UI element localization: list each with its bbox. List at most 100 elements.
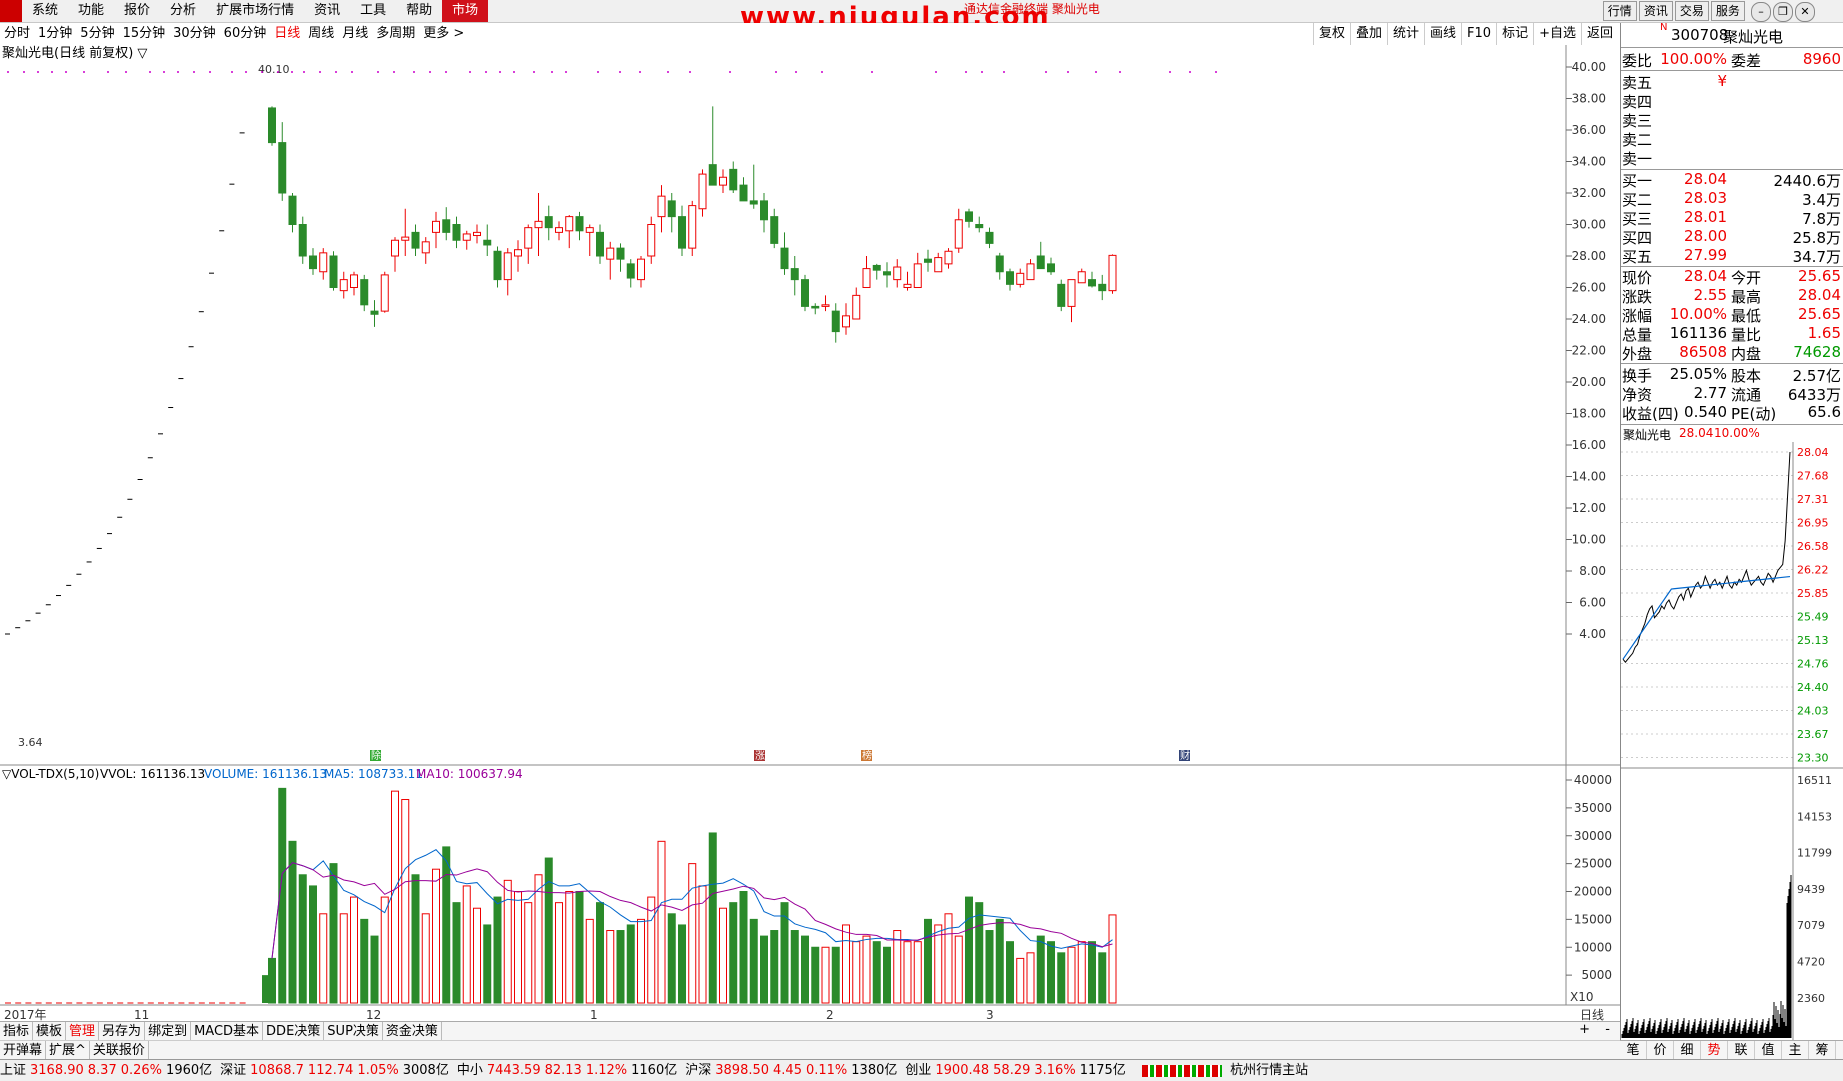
zoom-in-button[interactable]: + [1579, 1022, 1590, 1037]
tab-fund[interactable]: 资金决策 [383, 1022, 442, 1041]
tab-save-as[interactable]: 另存为 [99, 1022, 146, 1041]
quote-row: 净资 2.77 流通 6433万 [1621, 384, 1843, 404]
menu-item-quote[interactable]: 报价 [114, 0, 160, 22]
marker-bang-label: 榜 [862, 749, 872, 762]
tab-xi[interactable]: 细 [1674, 1041, 1701, 1060]
menu-item-function[interactable]: 功能 [68, 0, 114, 22]
tab-bi[interactable]: 笔 [1620, 1041, 1647, 1060]
event-dot [639, 71, 641, 73]
index-item[interactable]: 深证 10868.7 112.74 1.05% 3008亿 [220, 1063, 453, 1078]
period-intraday[interactable]: 分时 [0, 23, 34, 45]
quote-button[interactable]: 行情 [1602, 1, 1637, 21]
index-item[interactable]: 上证 3168.90 8.37 0.26% 1960亿 [0, 1063, 216, 1078]
candle-body [534, 220, 543, 229]
menu-item-news[interactable]: 资讯 [304, 0, 350, 22]
tab-indicator[interactable]: 指标 [0, 1022, 34, 1041]
candle-body [708, 164, 717, 186]
row-label: 卖一 [1622, 150, 1653, 168]
period-60min[interactable]: 60分钟 [220, 23, 271, 45]
tab-bind[interactable]: 绑定到 [145, 1022, 192, 1041]
menu-item-system[interactable]: 系统 [22, 0, 68, 22]
draw-button[interactable]: 画线 [1424, 23, 1461, 45]
vol-bar [298, 874, 307, 1004]
menu-item-market[interactable]: 市场 [442, 0, 489, 22]
index-item[interactable]: 中小 7443.59 82.13 1.12% 1160亿 [457, 1063, 681, 1078]
f10-button[interactable]: F10 [1461, 23, 1496, 45]
overlay-button[interactable]: 叠加 [1349, 23, 1387, 45]
tab-zhu[interactable]: 主 [1782, 1041, 1809, 1060]
event-dot [351, 71, 353, 73]
restore-icon[interactable]: ❐ [1773, 2, 1793, 22]
period-1min[interactable]: 1分钟 [34, 23, 76, 45]
x10-label[interactable]: X10 [1570, 990, 1594, 1004]
index-item[interactable]: 沪深 3898.50 4.45 0.11% 1380亿 [685, 1063, 901, 1078]
tab-manage[interactable]: 管理 [66, 1022, 100, 1041]
vol-indicator-name[interactable]: ▽VOL-TDX(5,10) [2, 767, 99, 781]
menu-item-tools[interactable]: 工具 [350, 0, 396, 22]
minimize-icon[interactable]: – [1751, 2, 1771, 22]
candle-body [1036, 255, 1045, 270]
period-daily[interactable]: 日线 [270, 23, 304, 45]
price-tick-label: 38.00 [1572, 92, 1606, 106]
service-button[interactable]: 服务 [1710, 1, 1745, 21]
row-label: 换手 [1622, 367, 1653, 385]
tab-lian[interactable]: 联 [1728, 1041, 1755, 1060]
danmaku-button[interactable]: 开弹幕 [0, 1041, 47, 1060]
back-button[interactable]: 返回 [1580, 23, 1618, 45]
event-dot [775, 71, 777, 73]
zoom-out-button[interactable]: - [1605, 1022, 1610, 1037]
mini-avg-line [1622, 575, 1791, 660]
period-more[interactable]: 更多 > [419, 23, 468, 45]
period-weekly[interactable]: 周线 [304, 23, 338, 45]
stats-button[interactable]: 统计 [1387, 23, 1424, 45]
index-item[interactable]: 创业 1900.48 58.29 3.16% 1175亿 [905, 1063, 1129, 1078]
row-value-2: 25.8万 [1792, 229, 1841, 247]
candle-body [462, 233, 471, 241]
vol-bar [514, 891, 522, 1004]
tab-chou[interactable]: 筹 [1809, 1041, 1836, 1060]
index-name: 创业 [905, 1063, 932, 1078]
marker-cai-label: 财 [1180, 749, 1190, 762]
row-value: 28.00 [1684, 227, 1727, 245]
candle-body [821, 304, 830, 307]
period-5min[interactable]: 5分钟 [76, 23, 118, 45]
adjust-button[interactable]: 复权 [1312, 23, 1350, 45]
tab-sup[interactable]: SUP决策 [324, 1022, 383, 1041]
menu-item-help[interactable]: 帮助 [396, 0, 442, 22]
vol-bar [965, 896, 973, 1004]
period-monthly[interactable]: 月线 [338, 23, 372, 45]
menu-items: 系统 功能 报价 分析 扩展市场行情 资讯 工具 帮助 市场 [22, 0, 489, 22]
vol-bar [596, 902, 604, 1004]
kline-chart[interactable]: 聚灿光电(日线 前复权) ▽ 40.10 3.64 40.0038.0036.0… [0, 45, 1620, 1021]
mini-tick-label: 24.76 [1797, 658, 1829, 671]
news-button[interactable]: 资讯 [1638, 1, 1673, 21]
period-30min[interactable]: 30分钟 [169, 23, 220, 45]
close-icon[interactable]: ✕ [1795, 2, 1815, 22]
menu-item-analysis[interactable]: 分析 [160, 0, 206, 22]
event-dot [7, 71, 9, 73]
menu-item-extended-market[interactable]: 扩展市场行情 [206, 0, 304, 22]
trade-button[interactable]: 交易 [1674, 1, 1709, 21]
row-value: 28.03 [1684, 189, 1727, 207]
tab-shi[interactable]: 势 [1701, 1041, 1728, 1060]
extend-button[interactable]: 扩展^ [46, 1041, 90, 1060]
period-multi[interactable]: 多周期 [372, 23, 419, 45]
tab-dde[interactable]: DDE决策 [263, 1022, 325, 1041]
tab-zhi[interactable]: 值 [1755, 1041, 1782, 1060]
station-name[interactable]: 杭州行情主站 [1230, 1063, 1308, 1078]
related-quote-button[interactable]: 关联报价 [90, 1041, 149, 1060]
intraday-mini-chart[interactable]: 28.04 27.68 27.31 26.95 26.58 26.22 25.85 25.49… [1621, 442, 1843, 1040]
period-15min[interactable]: 15分钟 [119, 23, 170, 45]
candle-body [411, 231, 420, 249]
tab-template[interactable]: 模板 [33, 1022, 67, 1041]
row-label-2: 今开 [1731, 269, 1762, 287]
event-dot [51, 71, 53, 73]
mini-price: 28.04 [1679, 426, 1714, 440]
vol-bar [1098, 952, 1107, 1004]
tab-macd[interactable]: MACD基本 [191, 1022, 264, 1041]
candle-body [903, 283, 912, 289]
tab-jia[interactable]: 价 [1647, 1041, 1674, 1060]
event-dot [1003, 71, 1005, 73]
add-watchlist-button[interactable]: +自选 [1533, 23, 1581, 45]
mark-button[interactable]: 标记 [1496, 23, 1533, 45]
